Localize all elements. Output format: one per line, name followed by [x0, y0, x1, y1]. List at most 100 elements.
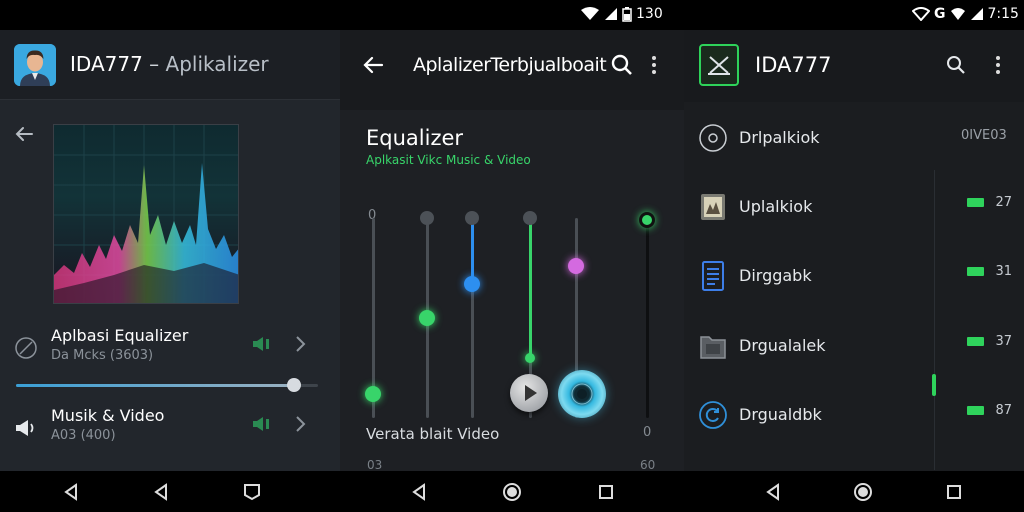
- eq-band-knob[interactable]: [365, 386, 381, 402]
- more-vert-icon: [652, 56, 656, 74]
- album-art: [53, 124, 239, 304]
- app-bar: IDA777: [684, 30, 1024, 102]
- list-item[interactable]: Drlpalkiok 0IVE03: [684, 115, 1024, 165]
- panel-player: IDA777 – Aplikalizer Aplbasi Equalizer D…: [0, 30, 340, 471]
- item-value-group: 87: [967, 403, 1012, 418]
- eq-band-fill: [528, 218, 532, 358]
- seek-bar-thumb[interactable]: [286, 378, 301, 392]
- avatar[interactable]: [14, 44, 56, 86]
- disc-icon: [571, 383, 593, 405]
- item-title: Musik & Video: [51, 406, 165, 425]
- search-icon: [947, 56, 965, 74]
- seek-bar[interactable]: [16, 378, 318, 392]
- nav-back-button[interactable]: [60, 481, 82, 503]
- eq-band-knob[interactable]: [419, 310, 435, 326]
- battery-icon: [622, 6, 632, 22]
- chevron-right-icon[interactable]: [293, 335, 307, 357]
- list-item-equalizer[interactable]: Aplbasi Equalizer Da Mcks (3603): [0, 326, 340, 386]
- folder-icon: [698, 331, 728, 361]
- back-triangle-icon: [64, 483, 77, 501]
- search-button[interactable]: [946, 55, 966, 79]
- slash-circle-icon: [14, 336, 38, 364]
- app-subtitle: Aplikalizer: [165, 52, 269, 76]
- green-indicator: [967, 198, 985, 207]
- status-time: 130: [636, 6, 663, 22]
- status-group-left: 130: [580, 6, 663, 22]
- item-value: 27: [995, 195, 1012, 210]
- eq-band-track[interactable]: [645, 218, 649, 418]
- circle-disc-icon: [698, 123, 728, 153]
- item-value-group: 31: [967, 264, 1012, 279]
- shield-icon: [244, 484, 260, 501]
- back-button[interactable]: [362, 56, 384, 78]
- app-title: IDA777: [70, 52, 143, 76]
- signal-icon: [970, 8, 983, 20]
- app-bar: AplalizerTerbjualboait: [340, 30, 684, 110]
- search-button[interactable]: [611, 54, 633, 80]
- chevron-right-icon[interactable]: [293, 415, 307, 437]
- list-item[interactable]: Drgualalek 37: [684, 323, 1024, 373]
- app-title: IDA777: [755, 53, 832, 77]
- item-value-group: 27: [967, 195, 1012, 210]
- wifi-icon: [581, 7, 599, 20]
- wifi-icon: [912, 7, 930, 21]
- item-title: Aplbasi Equalizer: [51, 326, 189, 345]
- recents-square-icon: [599, 485, 613, 499]
- back-button[interactable]: [14, 126, 34, 146]
- cross-logo-icon: [708, 56, 730, 75]
- nav-back-button[interactable]: [762, 481, 784, 503]
- app-title-group: IDA777 – Aplikalizer: [70, 52, 269, 76]
- home-circle-icon: [854, 483, 872, 501]
- item-value: 0IVE03: [961, 128, 1007, 143]
- item-label: Drgualdbk: [739, 405, 822, 424]
- eq-band-knob[interactable]: [568, 258, 584, 274]
- eq-band-knob[interactable]: [464, 276, 480, 292]
- app-logo[interactable]: [699, 44, 739, 86]
- title-separator: –: [149, 52, 160, 76]
- item-label: Drlpalkiok: [739, 128, 820, 147]
- eq-band-knob[interactable]: [639, 212, 655, 228]
- play-button[interactable]: [510, 374, 548, 412]
- refresh-circle-icon: [698, 400, 728, 430]
- back-triangle-icon: [766, 483, 779, 501]
- status-bar: 130 G 7:15: [0, 0, 1024, 30]
- more-options-button[interactable]: [995, 56, 1001, 78]
- list-item[interactable]: Dirggabk 31: [684, 253, 1024, 303]
- recents-square-icon: [947, 485, 961, 499]
- item-value-group: 37: [967, 334, 1012, 349]
- volume-icon[interactable]: [252, 416, 272, 436]
- volume-icon[interactable]: [252, 336, 272, 356]
- disc-button[interactable]: [558, 370, 606, 418]
- list-item[interactable]: Uplalkiok 27: [684, 184, 1024, 234]
- eq-band-knob[interactable]: [525, 353, 535, 363]
- list-item[interactable]: Drgualdbk 87: [684, 392, 1024, 442]
- item-value: 37: [995, 334, 1012, 349]
- signal-icon: [605, 8, 617, 20]
- item-label: Drgualalek: [739, 336, 826, 355]
- megaphone-icon: [14, 416, 38, 444]
- eq-band-cap: [420, 211, 434, 225]
- panel-equalizer: AplalizerTerbjualboait Equalizer Aplkasi…: [340, 30, 684, 471]
- home-circle-icon: [503, 483, 521, 501]
- item-subtitle: A03 (400): [51, 428, 116, 443]
- nav-recents-button[interactable]: [943, 481, 965, 503]
- panel-library: IDA777 Drlpalkiok 0IVE03 Uplalkiok 27 Di…: [684, 30, 1024, 471]
- status-group-right: G 7:15: [912, 6, 1019, 22]
- nav-back-button[interactable]: [408, 481, 430, 503]
- spectrum-visual: [54, 125, 238, 303]
- nav-home-button[interactable]: [852, 481, 874, 503]
- status-g-indicator: G: [934, 6, 946, 22]
- search-icon: [611, 54, 632, 75]
- person-avatar-icon: [14, 44, 56, 86]
- nav-recents-button[interactable]: [595, 481, 617, 503]
- list-item-music-video[interactable]: Musik & Video A03 (400): [0, 406, 340, 466]
- seek-bar-fill: [16, 384, 294, 387]
- nav-home-button[interactable]: [501, 481, 523, 503]
- more-options-button[interactable]: [651, 56, 657, 78]
- nav-back-button[interactable]: [150, 481, 172, 503]
- green-indicator: [967, 337, 985, 346]
- status-time: 7:15: [987, 6, 1019, 22]
- nav-shield-button[interactable]: [241, 481, 263, 503]
- footer-label: Verata blait Video: [366, 425, 500, 443]
- arrow-left-icon: [363, 56, 384, 74]
